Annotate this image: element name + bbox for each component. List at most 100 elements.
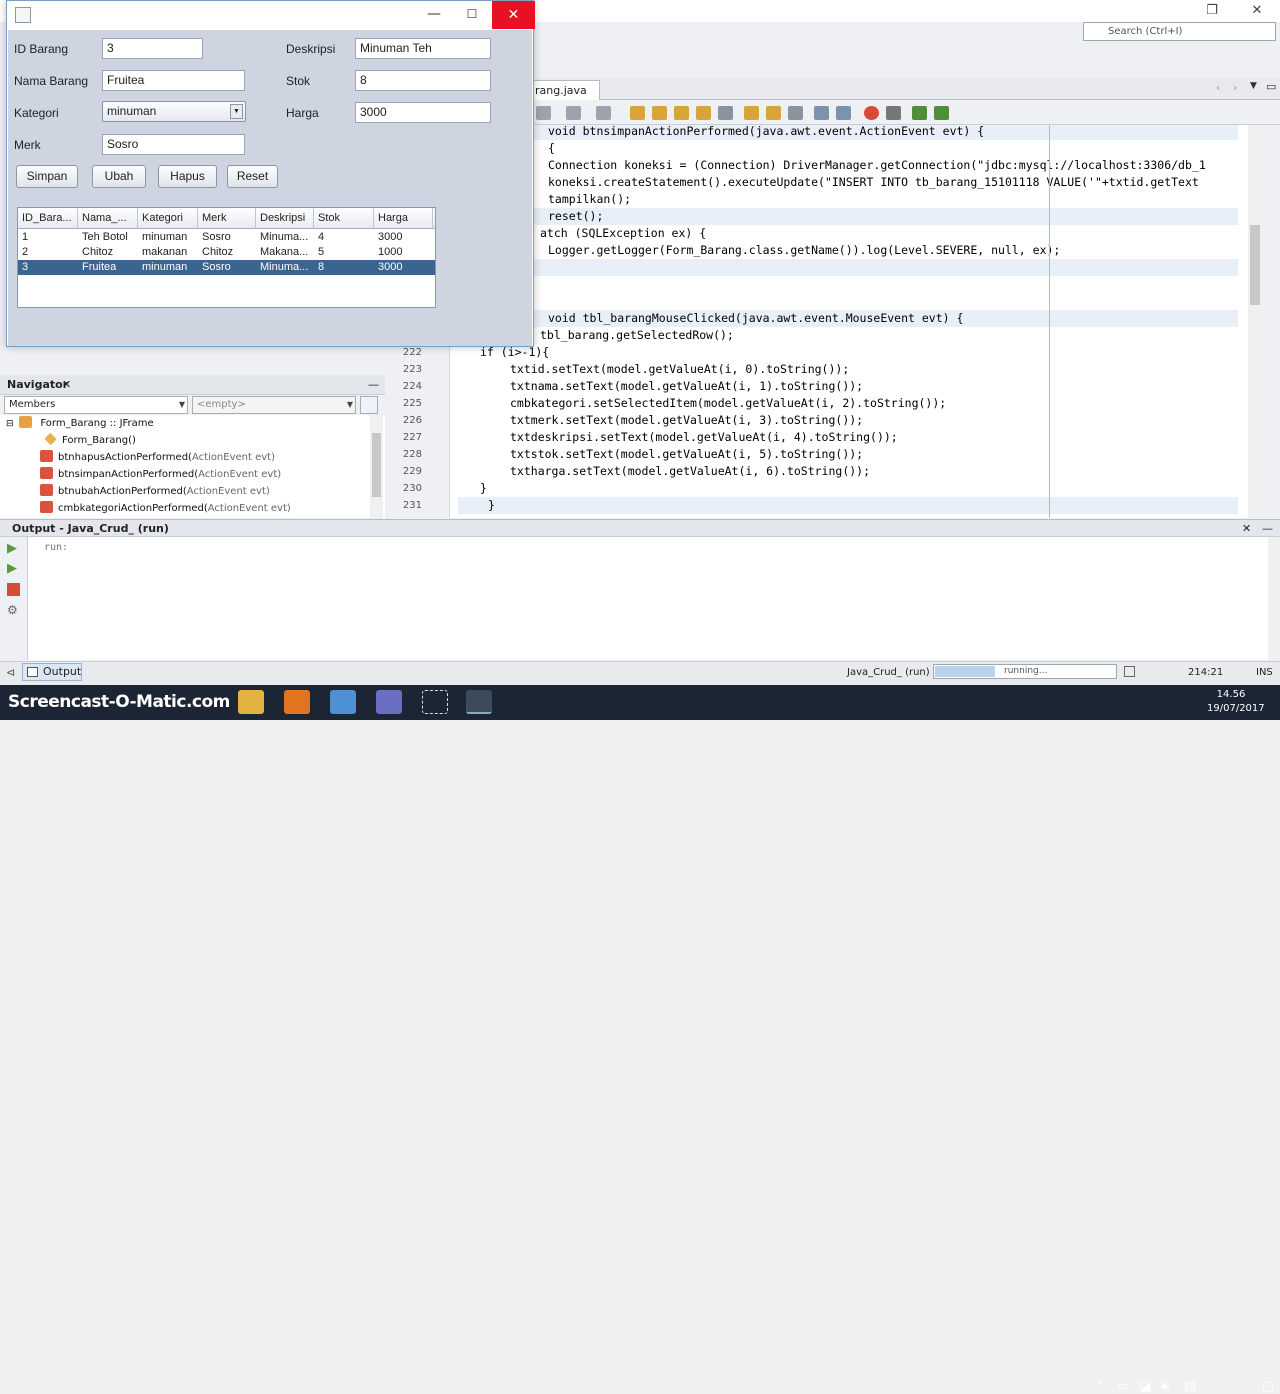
output-title: Output - Java_Crud_ (run) — [12, 522, 169, 535]
toggle-selection-icon[interactable] — [718, 106, 733, 120]
notification-icon[interactable]: ▢ — [1262, 1379, 1274, 1394]
network-icon[interactable]: ◪ — [1139, 1379, 1151, 1394]
tab-maximize-icon[interactable]: ▭ — [1266, 80, 1276, 93]
column-header[interactable]: Stok — [314, 208, 374, 229]
shift-left-icon[interactable] — [814, 106, 829, 120]
column-header[interactable]: ID_Bara... — [18, 208, 78, 229]
source-history-icon[interactable] — [536, 106, 551, 120]
simpan-button[interactable]: Simpan — [16, 165, 78, 188]
column-header[interactable]: Harga — [374, 208, 433, 229]
xampp-icon[interactable] — [284, 690, 310, 714]
search-input[interactable]: Search (Ctrl+I) — [1083, 22, 1276, 41]
code-line: txtdeskripsi.setText(model.getValueAt(i,… — [510, 430, 898, 444]
editor-scroll-thumb[interactable] — [1250, 225, 1260, 305]
column-header[interactable]: Nama_... — [78, 208, 138, 229]
table-cell: 5 — [318, 246, 325, 258]
navigator-close-icon[interactable]: ✕ — [62, 375, 71, 395]
close-button[interactable]: ✕ — [492, 1, 535, 29]
stop-icon[interactable] — [7, 583, 20, 596]
output-tab-button[interactable]: Output — [22, 663, 82, 681]
code-line: atch (SQLException ex) { — [540, 226, 707, 240]
java-icon — [15, 7, 31, 23]
code-line: txtmerk.setText(model.getValueAt(i, 3).t… — [510, 413, 864, 427]
ubah-button[interactable]: Ubah — [92, 165, 146, 188]
clock[interactable]: 14.56 19/07/2017 — [1207, 688, 1265, 716]
table-cell: minuman — [142, 261, 188, 273]
table-cell: 4 — [318, 231, 325, 243]
navigator-member[interactable]: btnhapusActionPerformed(ActionEvent evt) — [40, 449, 275, 466]
snipping-icon[interactable] — [422, 690, 448, 714]
navigator-minimize-icon[interactable]: — — [368, 375, 379, 395]
filter-combo[interactable]: <empty> ▼ — [192, 396, 356, 414]
uncomment-icon[interactable] — [934, 106, 949, 120]
table-row[interactable]: 3 Fruitea minuman Sosro Minuma... 8 3000 — [18, 260, 435, 275]
nama-barang-field[interactable]: Fruitea — [102, 70, 245, 91]
next-bookmark-icon[interactable] — [766, 106, 781, 120]
output-scrollbar[interactable] — [1268, 537, 1280, 660]
find-prev-icon[interactable] — [652, 106, 667, 120]
virtualbox-icon[interactable] — [330, 690, 356, 714]
rerun-icon[interactable]: ▶ — [7, 541, 17, 556]
navigator-scroll-thumb[interactable] — [372, 433, 381, 497]
code-editor[interactable]: void btnsimpanActionPerformed(java.awt.e… — [450, 125, 1248, 518]
toggle-highlight-icon[interactable] — [696, 106, 711, 120]
status-left-icon[interactable]: ⊲ — [6, 666, 15, 679]
keyboard-icon[interactable]: ▤ — [1184, 1379, 1196, 1394]
file-explorer-icon[interactable] — [238, 690, 264, 714]
tab-next-icon[interactable]: › — [1233, 81, 1237, 94]
mysql-icon[interactable] — [376, 690, 402, 714]
cancel-process-icon[interactable] — [1124, 666, 1135, 677]
ide-restore-icon[interactable]: ❐ — [1197, 2, 1227, 20]
maximize-button[interactable]: ☐ — [457, 1, 487, 29]
navigator-filter-icon[interactable] — [360, 396, 378, 414]
ide-close-icon[interactable]: ✕ — [1242, 2, 1272, 20]
prev-bookmark-icon[interactable] — [744, 106, 759, 120]
java-app-icon[interactable] — [466, 690, 492, 714]
table-row[interactable]: 2 Chitoz makanan Chitoz Makana... 5 1000 — [18, 245, 435, 260]
column-header[interactable]: Kategori — [138, 208, 198, 229]
tray-expand-icon[interactable]: ⌃ — [1095, 1379, 1106, 1394]
minimize-button[interactable]: — — [419, 1, 449, 29]
barang-table[interactable]: ID_Bara... Nama_... Kategori Merk Deskripsi S… — [17, 207, 436, 308]
forward-icon[interactable] — [596, 106, 611, 120]
navigator-member[interactable]: btnsimpanActionPerformed(ActionEvent evt… — [40, 466, 281, 483]
code-line: } — [480, 481, 487, 495]
start-macro-icon[interactable] — [864, 106, 879, 120]
column-header[interactable]: Deskripsi — [256, 208, 314, 229]
merk-field[interactable]: Sosro — [102, 134, 245, 155]
stok-field[interactable]: 8 — [355, 70, 491, 91]
harga-field[interactable]: 3000 — [355, 102, 491, 123]
tab-editor-file[interactable]: rang.java — [530, 80, 600, 100]
navigator-title: Navigator — [7, 378, 69, 391]
output-console[interactable]: run: — [28, 537, 1268, 660]
members-combo[interactable]: Members ▼ — [4, 396, 188, 414]
editor-scrollbar[interactable] — [1248, 125, 1262, 518]
table-row[interactable]: 1 Teh Botol minuman Sosro Minuma... 4 3000 — [18, 230, 435, 245]
rerun-options-icon[interactable]: ▶ — [7, 561, 17, 576]
navigator-member[interactable]: cmbkategoriActionPerformed(ActionEvent e… — [40, 500, 291, 517]
navigator-member[interactable]: btnubahActionPerformed(ActionEvent evt) — [40, 483, 270, 500]
column-header[interactable]: Merk — [198, 208, 256, 229]
find-next-icon[interactable] — [674, 106, 689, 120]
output-close-icon[interactable]: ✕ — [1242, 520, 1251, 537]
kategori-combo[interactable]: minuman ▼ — [102, 101, 246, 122]
chevron-down-icon: ▼ — [178, 400, 185, 409]
navigator-member[interactable]: Form_Barang() — [44, 432, 136, 449]
back-icon[interactable] — [566, 106, 581, 120]
stop-macro-icon[interactable] — [886, 106, 901, 120]
collapse-icon[interactable]: ⊟ — [6, 416, 16, 433]
id-barang-field[interactable]: 3 — [102, 38, 203, 59]
tree-root[interactable]: ⊟ Form_Barang :: JFrame — [6, 415, 154, 432]
tab-list-icon[interactable]: ▼ — [1250, 81, 1257, 91]
volume-icon[interactable]: 🔊︎ — [1161, 1379, 1169, 1394]
toggle-bookmark-icon[interactable] — [788, 106, 803, 120]
output-minimize-icon[interactable]: — — [1262, 520, 1273, 537]
find-icon[interactable] — [630, 106, 645, 120]
shift-right-icon[interactable] — [836, 106, 851, 120]
comment-icon[interactable] — [912, 106, 927, 120]
hapus-button[interactable]: Hapus — [158, 165, 217, 188]
settings-icon[interactable]: ⚙ — [7, 603, 18, 617]
reset-button[interactable]: Reset — [227, 165, 278, 188]
deskripsi-field[interactable]: Minuman Teh — [355, 38, 491, 59]
tab-prev-icon[interactable]: ‹ — [1216, 81, 1220, 94]
